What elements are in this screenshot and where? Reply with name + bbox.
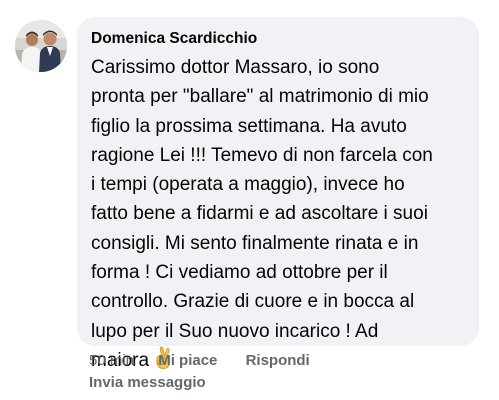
like-button[interactable]: Mi piace [158, 351, 217, 371]
profile-photo [15, 20, 67, 72]
comment-text: Carissimo dottor Massaro, io sono pronta… [91, 53, 465, 379]
comment-author[interactable]: Domenica Scardicchio [91, 29, 465, 49]
comment-line: consigli. Mi sento finalmente rinata e i… [91, 232, 419, 254]
comment-line: i tempi (operata a maggio), invece ho [91, 174, 405, 196]
comment-line: pronta per "ballare" al matrimonio di mi… [91, 86, 429, 108]
comment-line: ragione Lei !!! Temevo di non farcela co… [91, 144, 433, 166]
avatar[interactable] [15, 20, 67, 72]
comment-line: controllo. Grazie di cuore e in bocca al [91, 291, 415, 313]
comment-line: Carissimo dottor Massaro, io sono [91, 57, 380, 78]
comment-line: fatto bene a fidarmi e ad ascoltare i su… [91, 203, 428, 225]
comment-line: forma ! Ci vediamo ad ottobre per il [91, 262, 388, 284]
comment-actions: 50 min Mi piace Rispondi [89, 351, 310, 371]
comment-line: figlio la prossima settimana. Ha avuto [91, 115, 407, 137]
comment-bubble: Domenica Scardicchio Carissimo dottor Ma… [77, 17, 479, 371]
comment-timestamp[interactable]: 50 min [89, 351, 134, 371]
reply-button[interactable]: Rispondi [246, 351, 310, 371]
comment-line: lupo per il Suo nuovo incarico ! Ad [91, 320, 379, 342]
send-message-button[interactable]: Invia messaggio [89, 373, 206, 393]
